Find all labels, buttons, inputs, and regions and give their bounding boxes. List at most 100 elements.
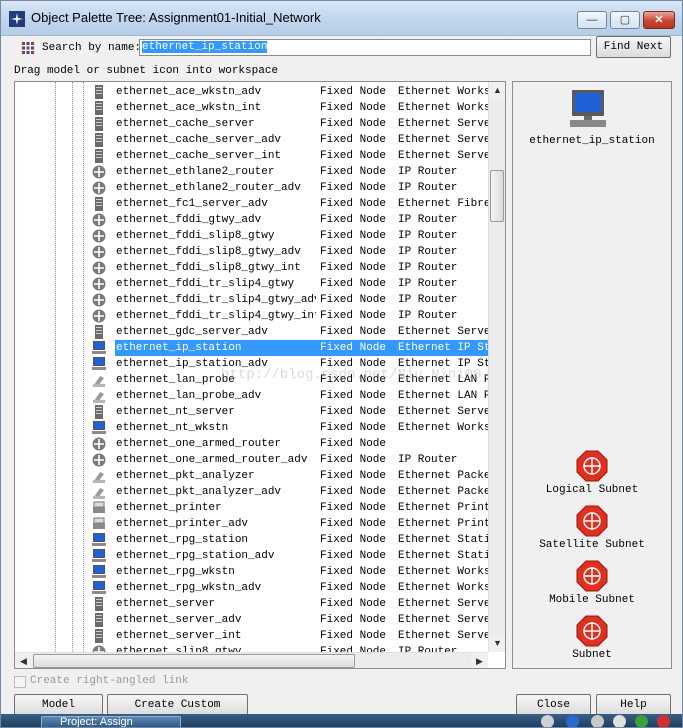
- probe-icon[interactable]: [92, 485, 106, 499]
- router-icon[interactable]: [92, 277, 106, 291]
- probe-icon[interactable]: [92, 373, 106, 387]
- close-button[interactable]: Close: [516, 694, 591, 716]
- workstation-icon[interactable]: [92, 549, 106, 563]
- list-row[interactable]: ethernet_rpg_wkstn_adv Fixed Node Ethernet…: [15, 580, 488, 596]
- list-row[interactable]: ethernet_server Fixed Node Ethernet Server: [15, 596, 488, 612]
- help-tray-icon[interactable]: [566, 715, 579, 727]
- server-icon[interactable]: [92, 325, 106, 339]
- probe-icon[interactable]: [92, 469, 106, 483]
- list-row[interactable]: ethernet_lan_probe Fixed Node Ethernet LAN…: [15, 372, 488, 388]
- list-row[interactable]: ethernet_ip_station Fixed Node Ethernet IP…: [15, 340, 488, 356]
- horizontal-scrollbar[interactable]: ◀ ▶: [15, 652, 488, 668]
- list-row[interactable]: ethernet_ethlane2_router_adv Fixed Node IP…: [15, 180, 488, 196]
- server-icon[interactable]: [92, 133, 106, 147]
- list-row[interactable]: ethernet_cache_server Fixed Node Ethernet …: [15, 116, 488, 132]
- list-row[interactable]: ethernet_rpg_station_adv Fixed Node Ethern…: [15, 548, 488, 564]
- list-row[interactable]: ethernet_cache_server_int Fixed Node Ether…: [15, 148, 488, 164]
- scroll-right-arrow-icon[interactable]: ▶: [471, 653, 488, 668]
- list-row[interactable]: ethernet_ace_wkstn_int Fixed Node Ethernet…: [15, 100, 488, 116]
- mobile-subnet[interactable]: Mobile Subnet: [513, 560, 671, 606]
- scroll-left-arrow-icon[interactable]: ◀: [15, 653, 32, 668]
- workstation-icon[interactable]: [92, 581, 106, 595]
- close-window-button[interactable]: ✕: [643, 11, 675, 29]
- subnet[interactable]: Subnet: [513, 615, 671, 661]
- satellite-subnet[interactable]: Satellite Subnet: [513, 505, 671, 551]
- maximize-button[interactable]: ▢: [610, 11, 640, 29]
- model-list[interactable]: ethernet_ace_wkstn_adv Fixed Node Ethernet…: [14, 81, 506, 669]
- list-row[interactable]: ethernet_nt_server Fixed Node Ethernet Ser…: [15, 404, 488, 420]
- list-row[interactable]: ethernet_server_adv Fixed Node Ethernet Se…: [15, 612, 488, 628]
- scroll-down-arrow-icon[interactable]: ▼: [489, 635, 505, 652]
- list-row[interactable]: ethernet_pkt_analyzer Fixed Node Ethernet …: [15, 468, 488, 484]
- list-row[interactable]: ethernet_one_armed_router Fixed Node: [15, 436, 488, 452]
- workstation-icon[interactable]: [92, 565, 106, 579]
- scroll-up-arrow-icon[interactable]: ▲: [489, 82, 505, 99]
- logical-subnet[interactable]: Logical Subnet: [513, 450, 671, 496]
- server-icon[interactable]: [92, 197, 106, 211]
- server-icon[interactable]: [92, 149, 106, 163]
- find-next-button[interactable]: Find Next: [596, 36, 671, 58]
- probe-icon[interactable]: [92, 389, 106, 403]
- horizontal-scroll-thumb[interactable]: [33, 654, 355, 668]
- server-icon[interactable]: [92, 117, 106, 131]
- list-row[interactable]: ethernet_printer_adv Fixed Node Ethernet P…: [15, 516, 488, 532]
- vertical-scrollbar[interactable]: ▲ ▼: [488, 82, 505, 652]
- tray-icon[interactable]: [657, 715, 670, 727]
- list-row[interactable]: ethernet_fddi_tr_slip4_gtwy_adv Fixed Nod…: [15, 292, 488, 308]
- list-row[interactable]: ethernet_fddi_slip8_gtwy_int Fixed Node IP…: [15, 260, 488, 276]
- list-row[interactable]: ethernet_fddi_slip8_gtwy Fixed Node IP Rou…: [15, 228, 488, 244]
- server-icon[interactable]: [92, 101, 106, 115]
- router-icon[interactable]: [92, 245, 106, 259]
- list-row[interactable]: ethernet_ip_station_adv Fixed Node Etherne…: [15, 356, 488, 372]
- list-row[interactable]: ethernet_rpg_station Fixed Node Ethernet S…: [15, 532, 488, 548]
- list-row[interactable]: ethernet_fddi_tr_slip4_gtwy Fixed Node IP …: [15, 276, 488, 292]
- list-row[interactable]: ethernet_rpg_wkstn Fixed Node Ethernet Wor…: [15, 564, 488, 580]
- printer-icon[interactable]: [92, 517, 106, 531]
- list-row[interactable]: ethernet_pkt_analyzer_adv Fixed Node Ether…: [15, 484, 488, 500]
- server-icon[interactable]: [92, 85, 106, 99]
- workstation-preview-icon[interactable]: [568, 88, 608, 130]
- router-icon[interactable]: [92, 453, 106, 467]
- tray-icon[interactable]: [591, 715, 604, 727]
- tray-icon[interactable]: [635, 715, 648, 727]
- printer-icon[interactable]: [92, 501, 106, 515]
- help-button[interactable]: Help: [596, 694, 671, 716]
- list-row[interactable]: ethernet_cache_server_adv Fixed Node Ether…: [15, 132, 488, 148]
- server-icon[interactable]: [92, 405, 106, 419]
- server-icon[interactable]: [92, 597, 106, 611]
- list-row[interactable]: ethernet_nt_wkstn Fixed Node Ethernet Work…: [15, 420, 488, 436]
- create-custom-model-button[interactable]: Create Custom Model...: [107, 694, 248, 727]
- router-icon[interactable]: [92, 229, 106, 243]
- workstation-icon[interactable]: [92, 421, 106, 435]
- list-row[interactable]: ethernet_ace_wkstn_adv Fixed Node Ethernet…: [15, 84, 488, 100]
- vertical-scroll-thumb[interactable]: [490, 170, 504, 222]
- router-icon[interactable]: [92, 261, 106, 275]
- list-row[interactable]: ethernet_lan_probe_adv Fixed Node Ethernet…: [15, 388, 488, 404]
- router-icon[interactable]: [92, 181, 106, 195]
- list-row[interactable]: ethernet_gdc_server_adv Fixed Node Etherne…: [15, 324, 488, 340]
- workstation-icon[interactable]: [92, 341, 106, 355]
- minimize-button[interactable]: —: [577, 11, 607, 29]
- router-icon[interactable]: [92, 165, 106, 179]
- taskbar-project-item[interactable]: Project: Assign: [41, 716, 181, 727]
- title-bar[interactable]: Object Palette Tree: Assignment01-Initia…: [1, 1, 682, 36]
- tray-icon[interactable]: [541, 715, 554, 727]
- right-angled-link-checkbox[interactable]: [14, 676, 26, 688]
- router-icon[interactable]: [92, 293, 106, 307]
- router-icon[interactable]: [92, 437, 106, 451]
- list-row[interactable]: ethernet_ethlane2_router Fixed Node IP Rou…: [15, 164, 488, 180]
- tray-icon[interactable]: [613, 715, 626, 727]
- list-row[interactable]: ethernet_printer Fixed Node Ethernet Print…: [15, 500, 488, 516]
- list-row[interactable]: ethernet_fddi_slip8_gtwy_adv Fixed Node IP…: [15, 244, 488, 260]
- list-row[interactable]: ethernet_server_int Fixed Node Ethernet Se…: [15, 628, 488, 644]
- model-details-button[interactable]: Model Details...: [14, 694, 103, 727]
- workstation-icon[interactable]: [92, 533, 106, 547]
- list-row[interactable]: ethernet_slip8_gtwy Fixed Node IP Router: [15, 644, 488, 652]
- router-icon[interactable]: [92, 213, 106, 227]
- server-icon[interactable]: [92, 629, 106, 643]
- router-icon[interactable]: [92, 309, 106, 323]
- list-row[interactable]: ethernet_fddi_tr_slip4_gtwy_int Fixed Nod…: [15, 308, 488, 324]
- router-icon[interactable]: [92, 645, 106, 652]
- search-input[interactable]: ethernet_ip_station: [139, 39, 591, 56]
- list-row[interactable]: ethernet_fddi_gtwy_adv Fixed Node IP Route…: [15, 212, 488, 228]
